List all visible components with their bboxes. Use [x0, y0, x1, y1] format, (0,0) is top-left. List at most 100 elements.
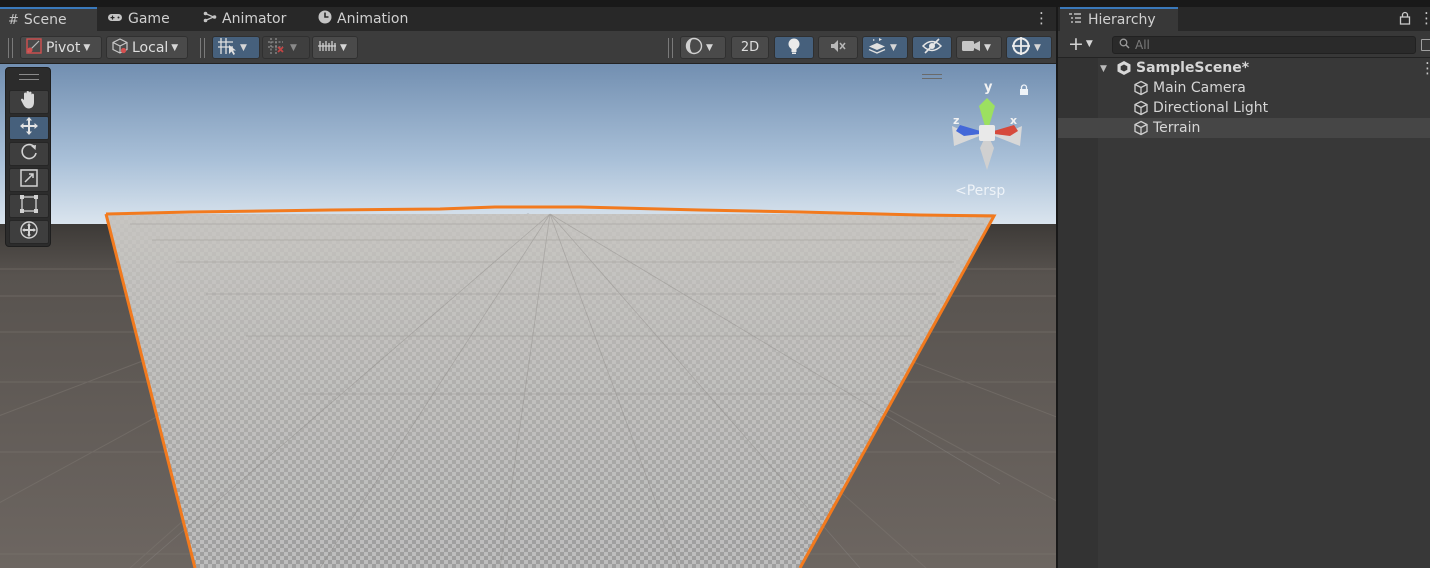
gizmo-z-label: z	[953, 114, 959, 127]
increment-snap-icon	[267, 37, 287, 59]
scale-icon	[19, 168, 39, 192]
gameobject-cube-icon	[1133, 80, 1149, 96]
gizmo-y-label: y	[984, 80, 993, 95]
tab-scene-label: Scene	[23, 12, 67, 28]
tab-scene[interactable]: # Scene	[0, 7, 97, 31]
scale-tool-button[interactable]	[9, 168, 49, 192]
gizmos-icon	[1011, 36, 1031, 60]
pivot-icon	[25, 37, 43, 58]
hierarchy-item-terrain[interactable]: Terrain	[1058, 118, 1430, 138]
scene-more-icon[interactable]: ⋮	[1034, 9, 1049, 27]
gameobject-cube-icon	[1133, 100, 1149, 116]
rect-tool-button[interactable]	[9, 194, 49, 218]
chevron-down-icon: ▼	[890, 42, 897, 53]
pivot-dropdown[interactable]: Pivot ▼	[20, 36, 102, 59]
rect-transform-icon	[19, 194, 39, 218]
hierarchy-search-input[interactable]	[1135, 38, 1395, 52]
camera-dropdown[interactable]: ▼	[956, 36, 1002, 59]
hierarchy-item-main-camera[interactable]: Main Camera	[1058, 78, 1430, 98]
increment-snap-toggle[interactable]: ▼	[262, 36, 310, 59]
hand-icon	[20, 90, 38, 114]
draw-mode-dropdown[interactable]: ▼	[680, 36, 726, 59]
transform-icon	[19, 220, 39, 244]
hierarchy-item-label: Terrain	[1153, 120, 1201, 136]
hierarchy-item-label: Directional Light	[1153, 100, 1269, 116]
transform-tool-button[interactable]	[9, 220, 49, 244]
clock-icon	[318, 10, 332, 28]
search-icon	[1119, 38, 1130, 53]
persp-arrow-icon: <	[955, 183, 967, 199]
local-icon	[111, 37, 129, 58]
grid-snap-toggle[interactable]: ▼	[212, 36, 260, 59]
pivot-label: Pivot	[46, 39, 81, 56]
local-label: Local	[132, 39, 169, 56]
plus-icon: +	[1068, 33, 1084, 55]
chevron-down-icon: ▼	[1034, 42, 1041, 53]
local-dropdown[interactable]: Local ▼	[106, 36, 188, 59]
lighting-toggle[interactable]	[774, 36, 814, 59]
camera-icon	[961, 39, 981, 57]
tab-hierarchy[interactable]: Hierarchy	[1060, 7, 1178, 31]
chevron-down-icon: ▼	[83, 42, 91, 53]
scene-tabbar: # Scene Game Animator Animation ⋮	[0, 7, 1056, 31]
lock-icon[interactable]	[1399, 11, 1411, 29]
toolbar-grip-icon[interactable]	[668, 38, 673, 58]
foldout-arrow-icon[interactable]: ▼	[1100, 64, 1107, 74]
tab-animator[interactable]: Animator	[195, 7, 294, 31]
scene-row[interactable]: ▼ SampleScene* ⋮	[1058, 58, 1430, 78]
scene-viewport[interactable]: y x z <Persp	[0, 64, 1056, 568]
move-icon	[19, 116, 39, 140]
projection-label: Persp	[966, 183, 1006, 199]
tab-animation[interactable]: Animation	[310, 7, 416, 31]
chevron-down-icon: ▼	[240, 42, 247, 53]
audio-toggle[interactable]	[818, 36, 858, 59]
gizmo-x-label: x	[1010, 114, 1017, 127]
eye-slash-icon	[921, 37, 943, 58]
window-top-strip	[0, 0, 1430, 7]
hierarchy-toolbar: + ▼	[1058, 31, 1430, 58]
grid-icon: #	[8, 12, 19, 28]
gizmo-menu-icon[interactable]	[922, 74, 942, 79]
mode-2d-label: 2D	[740, 40, 760, 55]
create-button[interactable]: + ▼	[1068, 33, 1093, 55]
grid-snap-icon	[217, 37, 237, 59]
scene-toolbar: Pivot ▼ Local ▼ ▼ ▼ ▼ ▼ 2D ▼ ▼ ▼	[0, 31, 1056, 64]
tab-game[interactable]: Game	[99, 7, 178, 31]
gizmos-dropdown[interactable]: ▼	[1006, 36, 1052, 59]
gamepad-icon	[107, 12, 123, 27]
chevron-down-icon: ▼	[1085, 39, 1093, 49]
scene-more-icon[interactable]: ⋮	[1420, 59, 1430, 77]
effects-dropdown[interactable]: ▼	[862, 36, 908, 59]
rotate-icon	[19, 142, 39, 166]
hierarchy-item-label: Main Camera	[1153, 80, 1246, 96]
animator-icon	[203, 11, 217, 27]
mode-2d-toggle[interactable]: 2D	[731, 36, 769, 59]
hierarchy-search[interactable]	[1112, 36, 1416, 54]
search-options-icon[interactable]	[1421, 39, 1430, 51]
chevron-down-icon: ▼	[171, 42, 179, 53]
lightbulb-icon	[787, 37, 801, 59]
projection-toggle[interactable]: <Persp	[955, 183, 1005, 199]
hierarchy-tab-label: Hierarchy	[1088, 12, 1156, 28]
tab-animation-label: Animation	[337, 11, 409, 27]
toolbar-grip-icon[interactable]	[200, 38, 205, 58]
hierarchy-list-icon	[1068, 12, 1082, 28]
tools-grip-icon[interactable]	[19, 74, 39, 80]
chevron-down-icon: ▼	[984, 42, 991, 53]
toolbar-grip-icon[interactable]	[8, 38, 13, 58]
orientation-gizmo[interactable]: y x z	[942, 78, 1032, 173]
scene-render	[0, 64, 1056, 568]
gizmo-center-cube[interactable]	[979, 125, 995, 141]
ruler-icon	[317, 38, 337, 58]
chevron-down-icon: ▼	[706, 42, 713, 53]
visibility-toggle[interactable]	[912, 36, 952, 59]
rotate-tool-button[interactable]	[9, 142, 49, 166]
hierarchy-more-icon[interactable]: ⋮	[1419, 9, 1430, 27]
ruler-toggle[interactable]: ▼	[312, 36, 358, 59]
hierarchy-item-directional-light[interactable]: Directional Light	[1058, 98, 1430, 118]
chevron-down-icon: ▼	[340, 42, 347, 53]
move-tool-button[interactable]	[9, 116, 49, 140]
hand-tool-button[interactable]	[9, 90, 49, 114]
tools-overlay	[5, 67, 51, 247]
gameobject-cube-icon	[1133, 120, 1149, 136]
